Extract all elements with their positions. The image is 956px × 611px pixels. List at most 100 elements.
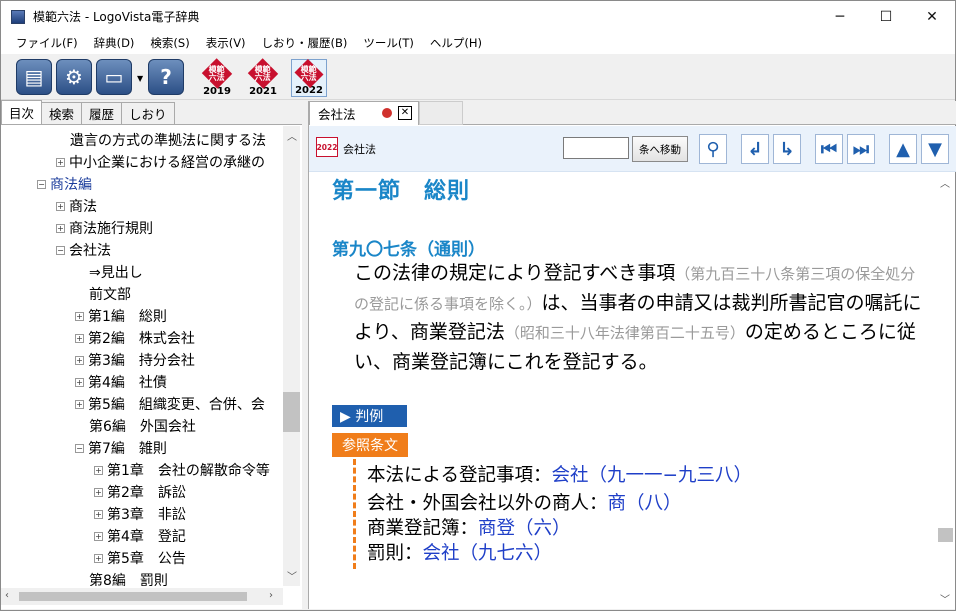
tree-item-label: 会社法 <box>69 243 111 259</box>
expand-icon[interactable]: + <box>75 377 84 387</box>
document-tab-label: 会社法 <box>318 107 356 122</box>
scroll-thumb[interactable] <box>283 392 300 432</box>
close-tab-icon[interactable]: ✕ <box>398 106 412 120</box>
help-icon: ? <box>160 65 172 89</box>
collapse-icon[interactable]: − <box>75 443 84 453</box>
tree-item[interactable]: + 中小企業における経営の承継の <box>56 151 265 173</box>
section-title: 第一節 総則 <box>332 179 471 204</box>
tree-item-label: 第1章 会社の解散命令等 <box>107 463 270 479</box>
book-logo-icon: 模範 六法 <box>201 58 233 89</box>
tree-item[interactable]: + 第4編 社債 <box>75 371 167 393</box>
expand-icon[interactable]: + <box>94 465 103 475</box>
tree-item[interactable]: 前文部 <box>89 283 131 305</box>
back-button[interactable]: ↲ <box>741 134 769 164</box>
help-button[interactable]: ? <box>148 59 184 95</box>
menu-tools[interactable]: ツール(T) <box>355 35 422 51</box>
reference-link[interactable]: 商（八） <box>608 493 682 514</box>
forward-button[interactable]: ↳ <box>773 134 801 164</box>
scroll-up-button[interactable]: ▲ <box>889 134 917 164</box>
book-2022-button[interactable]: 模範 六法 2022 <box>291 59 327 97</box>
case-law-button[interactable]: ▶ 判例 <box>332 405 407 427</box>
menu-help[interactable]: ヘルプ(H) <box>422 35 490 51</box>
empty-tab <box>419 101 463 125</box>
search-button[interactable]: ⚲ <box>699 134 727 164</box>
tree-item[interactable]: + 商法 <box>56 195 97 217</box>
print-dropdown-arrow-icon[interactable]: ▼ <box>137 74 143 83</box>
reference-articles-label: 参照条文 <box>332 433 408 457</box>
previous-bar-icon: ⏮ <box>820 138 838 160</box>
tab-history[interactable]: 履歴 <box>81 102 123 124</box>
expand-icon[interactable]: + <box>56 223 65 233</box>
scroll-down-button[interactable]: ▼ <box>921 134 949 164</box>
next-article-button[interactable]: ⏭ <box>847 134 875 164</box>
tree-item[interactable]: + 第2編 株式会社 <box>75 327 195 349</box>
previous-article-button[interactable]: ⏮ <box>815 134 843 164</box>
expand-icon[interactable]: + <box>75 399 84 409</box>
tree-item[interactable]: 第8編 罰則 <box>89 569 168 586</box>
title-bar: 模範六法 - LogoVista電子辞典 ─ ☐ ✕ <box>1 1 955 32</box>
close-button[interactable]: ✕ <box>909 1 955 32</box>
expand-icon[interactable]: + <box>94 531 103 541</box>
tab-contents[interactable]: 目次 <box>1 100 43 124</box>
tree-item[interactable]: − 第7編 雑則 <box>75 437 167 459</box>
document-vertical-scrollbar[interactable]: ︿ ﹀ <box>937 173 954 609</box>
tree-item[interactable]: + 第1編 総則 <box>75 305 167 327</box>
collapse-icon[interactable]: − <box>56 245 65 255</box>
expand-icon[interactable]: + <box>75 333 84 343</box>
menu-search[interactable]: 検索(S) <box>142 35 197 51</box>
tree-item[interactable]: ⇒見出し <box>89 261 143 283</box>
expand-icon[interactable]: + <box>56 201 65 211</box>
menu-bookmarks-history[interactable]: しおり・履歴(B) <box>254 35 356 51</box>
tree-vertical-scrollbar[interactable]: ︿ ﹀ <box>283 126 300 586</box>
tree-item[interactable]: + 第2章 訴訟 <box>94 481 186 503</box>
expand-icon[interactable]: + <box>56 157 65 167</box>
tree-item[interactable]: 遺言の方式の準拠法に関する法 <box>70 129 266 151</box>
document-content: 第一節 総則 第九〇七条（通則） この法律の規定により登記すべき事項（第九百三十… <box>309 173 937 609</box>
expand-icon[interactable]: + <box>75 311 84 321</box>
scroll-down-icon[interactable]: ﹀ <box>287 568 297 583</box>
reference-link[interactable]: 商登（六） <box>478 518 571 539</box>
reference-link[interactable]: 会社（九一一−九三八） <box>551 465 752 486</box>
scroll-thumb[interactable] <box>19 592 247 601</box>
tree-item[interactable]: + 商法施行規則 <box>56 217 153 239</box>
scroll-up-icon[interactable]: ︿ <box>287 128 297 143</box>
tree-item[interactable]: + 第1章 会社の解散命令等 <box>94 459 270 481</box>
minimize-button[interactable]: ─ <box>817 1 863 32</box>
article-number-input[interactable] <box>563 137 629 159</box>
scroll-left-icon[interactable]: ‹ <box>5 590 9 601</box>
tree-item[interactable]: 第6編 外国会社 <box>89 415 196 437</box>
reference-link[interactable]: 会社（九七六） <box>423 543 553 564</box>
print-button[interactable]: ▭ <box>96 59 132 95</box>
dictionary-list-button[interactable]: ▤ <box>16 59 52 95</box>
menu-file[interactable]: ファイル(F) <box>8 35 86 51</box>
scroll-down-icon[interactable]: ﹀ <box>940 591 950 606</box>
jump-to-article-button[interactable]: 条へ移動 <box>632 136 688 162</box>
tree-item[interactable]: + 第5章 公告 <box>94 547 186 569</box>
book-2019-button[interactable]: 模範 六法 2019 <box>199 58 235 97</box>
expand-icon[interactable]: + <box>94 487 103 497</box>
tree-item[interactable]: + 第4章 登記 <box>94 525 186 547</box>
expand-icon[interactable]: + <box>75 355 84 365</box>
maximize-button[interactable]: ☐ <box>863 1 909 32</box>
tree-item[interactable]: − 商法編 <box>37 173 92 195</box>
tree-item[interactable]: + 第3編 持分会社 <box>75 349 195 371</box>
tab-bookmarks[interactable]: しおり <box>121 102 175 124</box>
tree-horizontal-scrollbar[interactable]: ‹ › <box>1 588 283 605</box>
book-2021-button[interactable]: 模範 六法 2021 <box>245 58 281 97</box>
expand-icon[interactable]: + <box>94 509 103 519</box>
pin-icon[interactable] <box>382 108 392 118</box>
scroll-thumb[interactable] <box>938 528 953 542</box>
settings-button[interactable]: ⚙ <box>56 59 92 95</box>
collapse-icon[interactable]: − <box>37 179 46 189</box>
expand-icon[interactable]: + <box>94 553 103 563</box>
scroll-right-icon[interactable]: › <box>269 590 273 601</box>
document-tab[interactable]: 会社法 ✕ <box>309 101 419 125</box>
scroll-up-icon[interactable]: ︿ <box>940 175 950 190</box>
menu-dictionary[interactable]: 辞典(D) <box>86 35 143 51</box>
tree-item[interactable]: + 第3章 非訟 <box>94 503 186 525</box>
document-tab-bar: 会社法 ✕ <box>309 101 956 125</box>
tree-item[interactable]: + 第5編 組織変更、合併、会 <box>75 393 265 415</box>
tab-search[interactable]: 検索 <box>41 102 83 124</box>
menu-view[interactable]: 表示(V) <box>198 35 254 51</box>
tree-item[interactable]: − 会社法 <box>56 239 111 261</box>
